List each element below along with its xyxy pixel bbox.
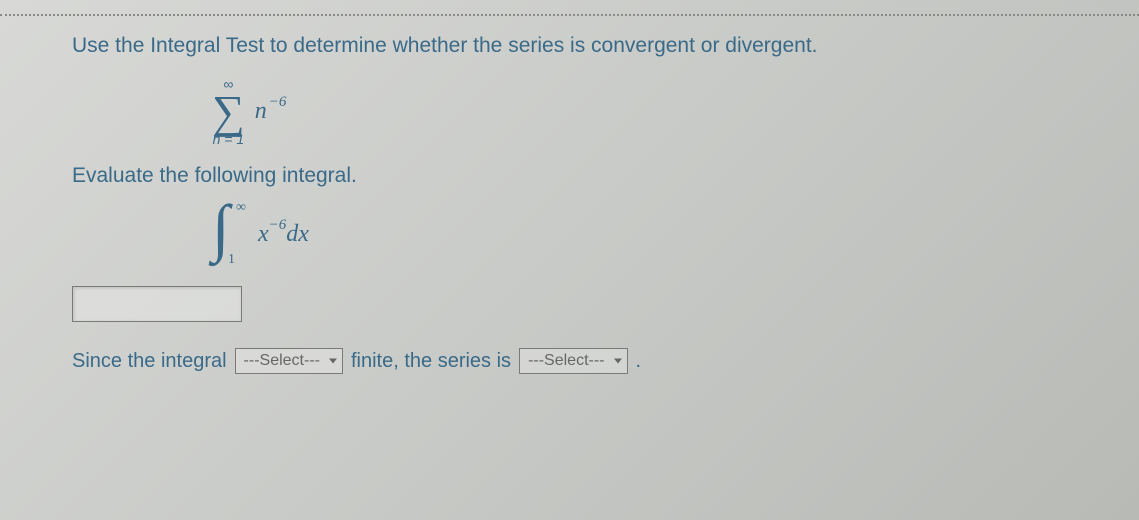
divider-dotted <box>0 14 1139 16</box>
integral-sign: ∫ ∞ 1 <box>212 202 246 266</box>
integrand-exponent: −6 <box>269 217 287 233</box>
series-conclusion-select[interactable]: ---Select--- <box>519 348 627 374</box>
sentence-part-1: Since the integral <box>72 350 227 373</box>
chevron-down-icon <box>614 359 622 364</box>
sigma-stack: ∞ ∑ n = 1 <box>212 77 245 146</box>
sigma-wrap: ∞ ∑ n = 1 n−6 <box>212 77 286 146</box>
sigma-symbol: ∑ <box>212 91 245 132</box>
select-placeholder-2: ---Select--- <box>528 352 604 369</box>
worksheet-page: Use the Integral Test to determine wheth… <box>0 0 1139 520</box>
integral-finite-select[interactable]: ---Select--- <box>235 348 343 374</box>
integral-symbol: ∫ <box>212 196 230 260</box>
series-term: n−6 <box>255 98 287 125</box>
integrand-dx: dx <box>286 221 309 247</box>
term-exponent: −6 <box>269 94 287 110</box>
integral-upper-limit: ∞ <box>236 200 246 216</box>
chevron-down-icon <box>329 359 337 364</box>
sentence-part-3: . <box>636 350 642 373</box>
select-placeholder-1: ---Select--- <box>244 352 320 369</box>
conclusion-sentence: Since the integral ---Select--- finite, … <box>72 348 1079 374</box>
sigma-lower-limit: n = 1 <box>213 132 245 146</box>
integral-lower-limit: 1 <box>228 252 235 268</box>
series-expression: ∞ ∑ n = 1 n−6 <box>212 76 1079 146</box>
subheading: Evaluate the following integral. <box>72 164 1079 188</box>
sentence-part-2: finite, the series is <box>351 350 511 373</box>
integral-expression: ∫ ∞ 1 x−6dx <box>212 202 309 266</box>
integrand: x−6dx <box>258 221 309 248</box>
integral-answer-input[interactable] <box>72 286 242 322</box>
question-title: Use the Integral Test to determine wheth… <box>72 34 1079 58</box>
integrand-base: x <box>258 221 269 247</box>
term-base: n <box>255 98 267 124</box>
